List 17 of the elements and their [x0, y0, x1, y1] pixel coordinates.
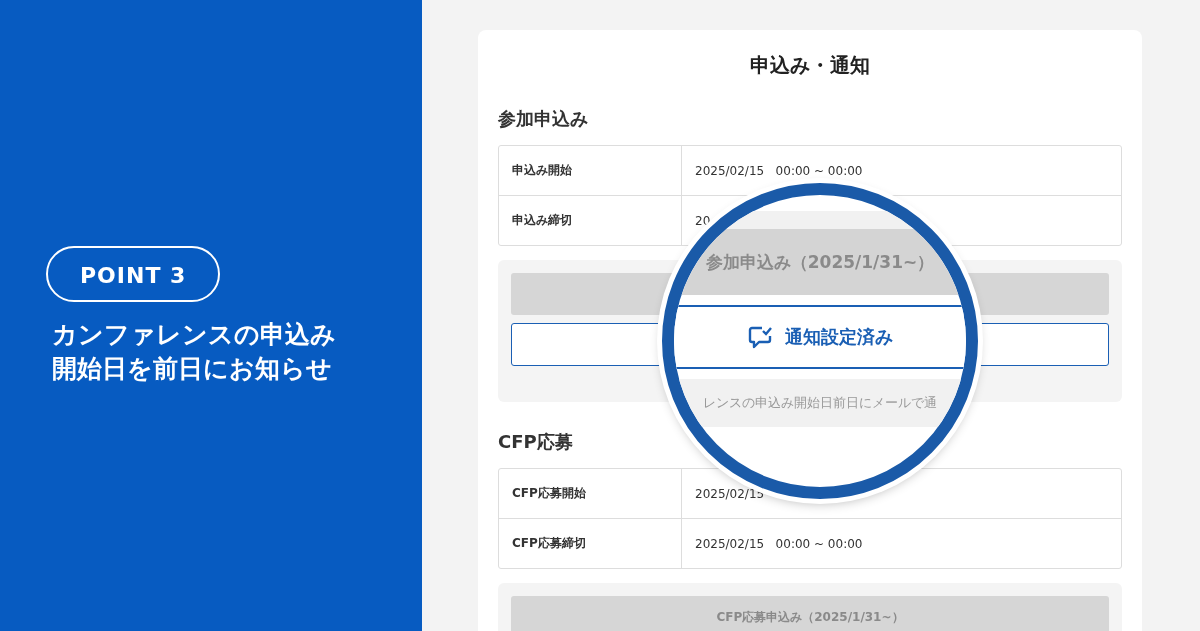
table-value: 2025/02/15 00:00 ~ 00:00: [695, 163, 863, 178]
table-label: CFP応募締切: [499, 519, 682, 568]
apply-label: CFP応募申込み（2025/1/31~）: [716, 608, 904, 626]
card-title: 申込み・通知: [749, 52, 871, 79]
magnified-apply-label: 参加申込み（2025/1/31~）: [705, 250, 935, 274]
table-value: 2025/02/15: [695, 486, 765, 501]
headline-line: カンファレンスの申込み: [52, 318, 337, 351]
headline-line: 開始日を前日にお知らせ: [52, 352, 333, 385]
magnified-note: レンスの申込み開始日前日にメールで通: [703, 394, 937, 412]
section-heading: CFP応募: [498, 430, 574, 454]
notification-set-button[interactable]: 通知設定済み: [674, 305, 966, 369]
table-label: 申込み開始: [499, 146, 682, 195]
section-heading: 参加申込み: [498, 107, 589, 131]
table-value: 2025/02/15 00:00 ~ 00:00: [695, 536, 863, 551]
table-value: 20: [695, 213, 711, 228]
point-badge: POINT 3: [46, 245, 221, 302]
chat-check-icon: [747, 324, 773, 350]
